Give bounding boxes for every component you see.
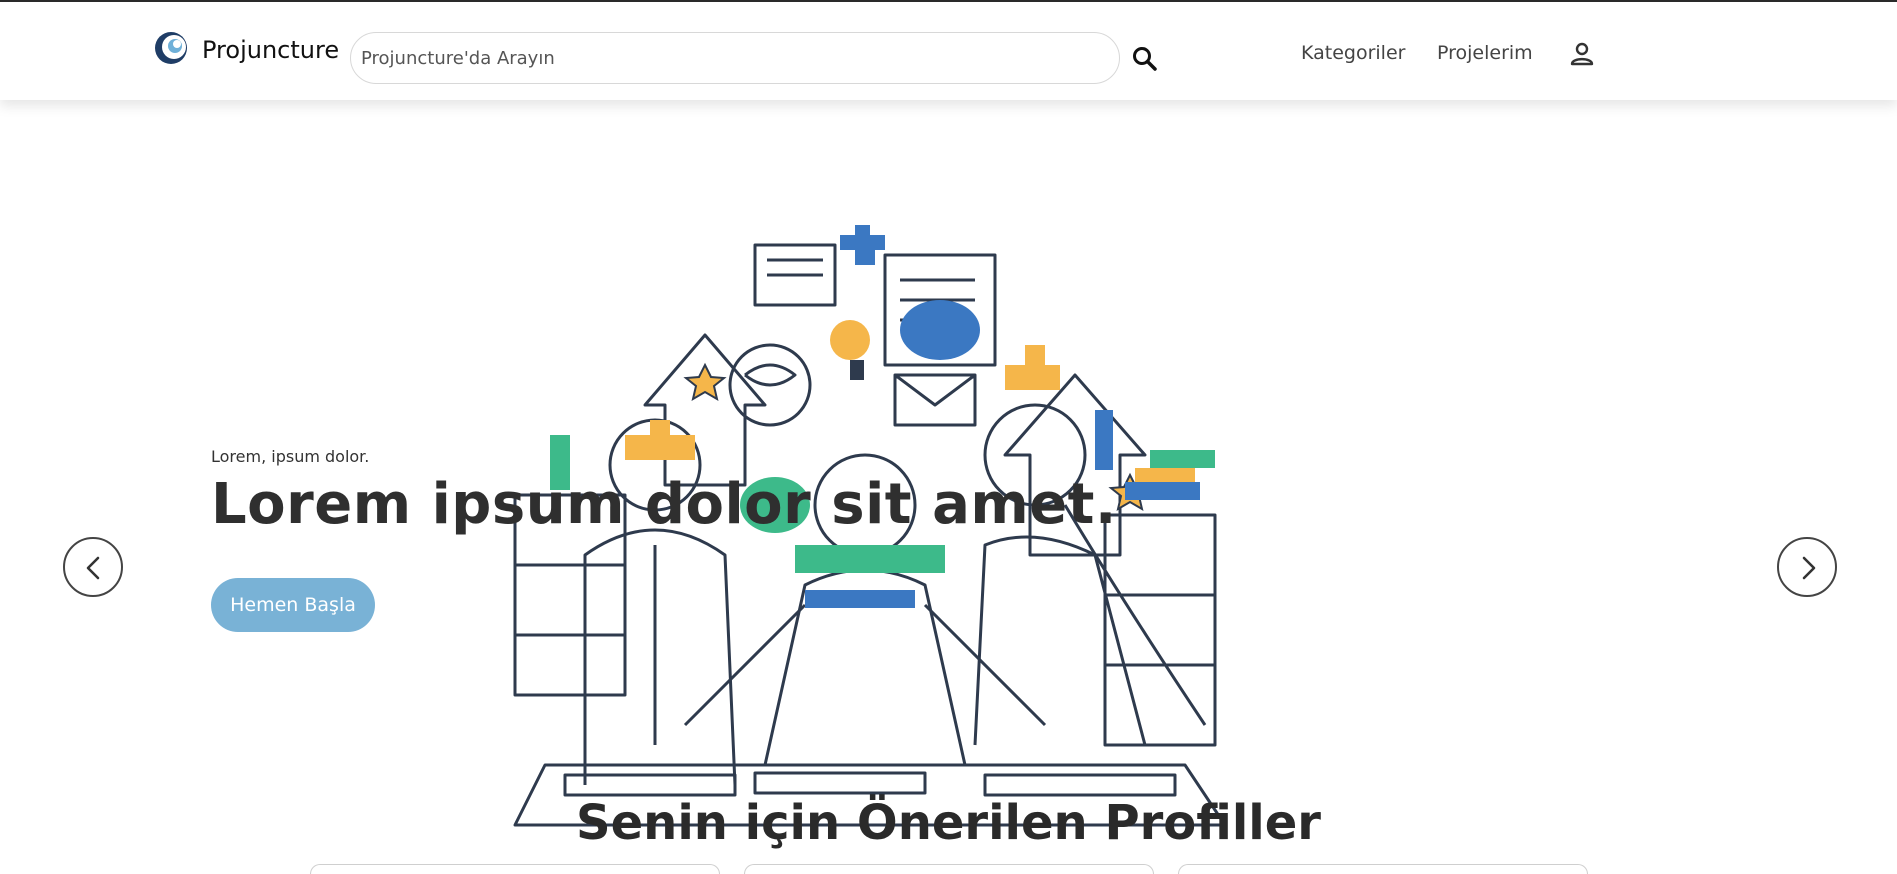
search-icon[interactable]	[1130, 44, 1160, 74]
search-input[interactable]	[361, 33, 1101, 83]
profile-card[interactable]	[310, 864, 720, 874]
start-now-button[interactable]: Hemen Başla	[211, 578, 375, 632]
search-bar	[350, 32, 1120, 84]
nav-item-my-projects[interactable]: Projelerim	[1437, 42, 1533, 64]
nav-item-categories[interactable]: Kategoriler	[1301, 42, 1405, 64]
profile-card[interactable]	[1178, 864, 1588, 874]
top-navbar: Projuncture Kategoriler Projelerim	[0, 2, 1897, 100]
chevron-left-icon	[86, 556, 100, 580]
hero-title: Lorem ipsum dolor sit amet.	[211, 472, 1117, 537]
chevron-right-icon	[1802, 556, 1816, 580]
logo-icon[interactable]	[153, 30, 189, 66]
recommended-profiles-heading: Senin için Önerilen Profiller	[576, 795, 1321, 851]
carousel-next-button[interactable]	[1777, 537, 1837, 597]
hero-eyebrow: Lorem, ipsum dolor.	[211, 447, 370, 466]
user-icon[interactable]	[1568, 40, 1596, 68]
carousel-prev-button[interactable]	[63, 537, 123, 597]
hero-carousel: Lorem, ipsum dolor. Lorem ipsum dolor si…	[0, 100, 1897, 827]
brand-name[interactable]: Projuncture	[202, 36, 339, 64]
profile-card[interactable]	[744, 864, 1154, 874]
